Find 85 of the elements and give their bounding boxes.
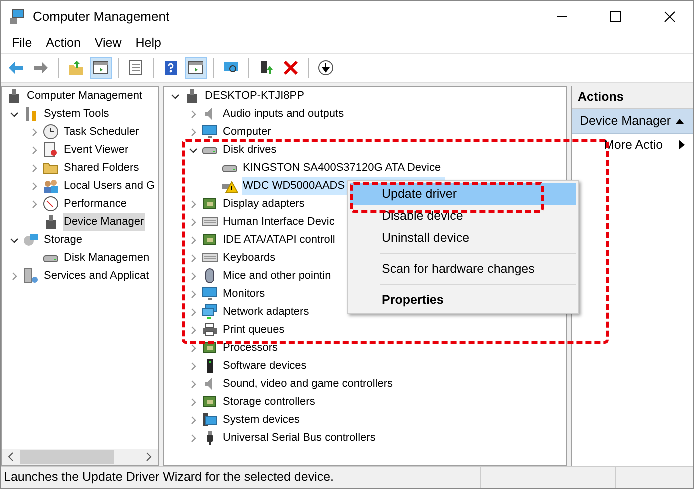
monitor-icon bbox=[202, 286, 218, 302]
tree-item[interactable]: Software devices bbox=[222, 357, 308, 375]
services-icon bbox=[23, 268, 39, 284]
tree-item[interactable]: Monitors bbox=[222, 285, 266, 303]
computer-management-icon bbox=[9, 8, 25, 24]
board-icon bbox=[202, 196, 218, 212]
device-icon bbox=[43, 214, 59, 230]
panel-button[interactable] bbox=[90, 57, 112, 79]
collapse-caret-icon[interactable] bbox=[675, 117, 685, 125]
menu-item[interactable]: File bbox=[5, 36, 40, 50]
menu-option[interactable]: Uninstall device bbox=[350, 227, 576, 249]
collapse-chevron-icon[interactable] bbox=[188, 146, 198, 154]
tree-item[interactable]: Keyboards bbox=[222, 249, 277, 267]
tree-item[interactable]: Disk Managemen bbox=[63, 249, 151, 267]
tree-item[interactable]: Universal Serial Bus controllers bbox=[222, 429, 377, 447]
tree-item[interactable]: Computer Management bbox=[26, 87, 144, 105]
network-icon bbox=[202, 304, 218, 320]
tree-item[interactable]: Audio inputs and outputs bbox=[222, 105, 346, 123]
printer-icon bbox=[202, 322, 218, 338]
tree-item[interactable]: Disk drives bbox=[222, 141, 278, 159]
help-icon bbox=[163, 60, 179, 76]
tree-item[interactable]: Sound, video and game controllers bbox=[222, 375, 394, 393]
tree-item[interactable]: Display adapters bbox=[222, 195, 306, 213]
chip-icon bbox=[202, 340, 218, 356]
device-up-icon bbox=[258, 60, 274, 76]
tree-item[interactable]: Shared Folders bbox=[63, 159, 140, 177]
window-title: Computer Management bbox=[33, 9, 171, 24]
section-title: Device Manager bbox=[580, 114, 672, 128]
collapse-chevron-icon[interactable] bbox=[170, 92, 180, 100]
log-icon bbox=[43, 142, 59, 158]
tree-item[interactable]: IDE ATA/ATAPI controll bbox=[222, 231, 336, 249]
computer-icon bbox=[202, 124, 218, 140]
expand-chevron-icon[interactable] bbox=[10, 272, 18, 280]
scroll-right-icon[interactable] bbox=[144, 452, 154, 462]
list-icon bbox=[128, 60, 144, 76]
system-icon bbox=[202, 412, 218, 428]
tree-item[interactable]: Performance bbox=[63, 195, 128, 213]
tree-item[interactable]: Services and Applicat bbox=[43, 267, 150, 285]
actions-section[interactable]: Device Manager bbox=[572, 109, 693, 134]
tree-item[interactable]: Storage bbox=[43, 231, 84, 249]
tree-item[interactable]: Mice and other pointin bbox=[222, 267, 332, 285]
submenu-caret-icon bbox=[679, 140, 685, 150]
back-arrow-icon bbox=[8, 60, 24, 76]
tree-item[interactable]: Processors bbox=[222, 339, 280, 357]
board-icon bbox=[202, 232, 218, 248]
download-icon bbox=[318, 60, 334, 76]
tree-item[interactable]: System devices bbox=[222, 411, 302, 429]
horizontal-scrollbar[interactable] bbox=[2, 449, 158, 465]
device-icon bbox=[184, 88, 200, 104]
tree-item[interactable]: Task Scheduler bbox=[63, 123, 140, 141]
collapse-chevron-icon[interactable] bbox=[10, 110, 18, 118]
panel-icon bbox=[93, 60, 109, 76]
tree-item[interactable]: DESKTOP-KTJI8PP bbox=[204, 87, 306, 105]
users-icon bbox=[43, 178, 59, 194]
menu-item[interactable]: Action bbox=[39, 36, 88, 50]
panel-play-button[interactable] bbox=[185, 57, 207, 79]
actions-title: Actions bbox=[572, 86, 693, 109]
device-icon bbox=[6, 88, 22, 104]
tree-item[interactable]: Print queues bbox=[222, 321, 286, 339]
gauge-icon bbox=[43, 196, 59, 212]
collapse-chevron-icon[interactable] bbox=[10, 236, 18, 244]
forward-arrow-icon bbox=[33, 60, 49, 76]
menu-option[interactable]: Properties bbox=[350, 289, 576, 311]
menu-option[interactable]: Update driver bbox=[350, 183, 576, 205]
menu-option[interactable]: Scan for hardware changes bbox=[350, 258, 576, 280]
tree-item[interactable]: Device Manager bbox=[63, 213, 146, 231]
delete-icon bbox=[283, 60, 299, 76]
board-icon bbox=[202, 394, 218, 410]
status-text: Launches the Update Driver Wizard for the selected device. bbox=[1, 467, 481, 488]
menu-item[interactable]: Help bbox=[128, 36, 168, 50]
tree-item[interactable]: Event Viewer bbox=[63, 141, 130, 159]
storage-icon bbox=[23, 232, 39, 248]
menu-item[interactable]: View bbox=[88, 36, 129, 50]
panel-play-icon bbox=[188, 60, 204, 76]
clock-icon bbox=[43, 124, 59, 140]
tree-item[interactable]: System Tools bbox=[43, 105, 110, 123]
tree-item[interactable]: KINGSTON SA400S37120G ATA Device bbox=[242, 159, 442, 177]
folder-up-icon bbox=[68, 60, 84, 76]
tree-item[interactable]: Local Users and G bbox=[63, 177, 156, 195]
tree-item[interactable]: Storage controllers bbox=[222, 393, 316, 411]
tree-item[interactable]: Computer bbox=[222, 123, 272, 141]
scroll-left-icon[interactable] bbox=[6, 452, 16, 462]
tools-icon bbox=[23, 106, 39, 122]
tree-item[interactable]: Network adapters bbox=[222, 303, 310, 321]
tree-item[interactable]: Human Interface Devic bbox=[222, 213, 336, 231]
